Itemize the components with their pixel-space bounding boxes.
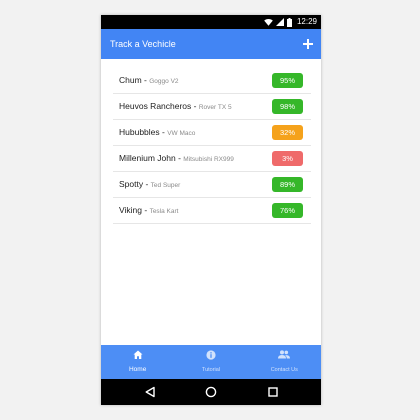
vehicle-row[interactable]: Heuvos Rancheros - Rover TX 5 98% <box>113 94 311 120</box>
vehicle-row[interactable]: Hububbles - VW Maco 32% <box>113 120 311 146</box>
vehicle-row-text: Heuvos Rancheros - Rover TX 5 <box>119 94 232 120</box>
vehicle-list: Chum - Goggo V2 95% Heuvos Rancheros - R… <box>113 68 311 224</box>
driver-name: Millenium John <box>119 153 176 163</box>
vehicle-row-text: Spotty - Ted Super <box>119 172 180 198</box>
nav-contact-us-label: Contact Us <box>270 367 298 373</box>
signal-icon <box>275 18 284 26</box>
nav-contact-us[interactable]: Contact Us <box>248 345 321 379</box>
vehicle-model: Goggo V2 <box>149 78 179 85</box>
wifi-icon <box>264 18 273 26</box>
vehicle-row[interactable]: Viking - Tesla Kart 76% <box>113 198 311 224</box>
status-time: 12:29 <box>296 17 317 26</box>
recents-icon[interactable] <box>267 386 279 398</box>
percent-badge: 32% <box>272 125 303 140</box>
home-circle-icon[interactable] <box>205 386 217 398</box>
status-bar: 12:29 <box>101 15 321 29</box>
phone-screen: 12:29 Track a Vechicle Chum - Goggo V2 9… <box>101 15 321 405</box>
home-icon <box>133 350 143 359</box>
driver-name: Hububbles <box>119 127 160 137</box>
percent-badge: 98% <box>272 99 303 114</box>
plus-icon[interactable] <box>301 37 315 51</box>
separator: - <box>191 101 199 111</box>
vehicle-row-text: Millenium John - Mitsubishi RX999 <box>119 146 234 172</box>
percent-badge: 95% <box>272 73 303 88</box>
vehicle-model: Rover TX 5 <box>198 104 232 111</box>
info-icon <box>206 350 216 360</box>
driver-name: Chum <box>119 75 142 85</box>
status-icons: 12:29 <box>264 17 317 27</box>
app-bar-title: Track a Vechicle <box>110 39 176 49</box>
percent-badge: 89% <box>272 177 303 192</box>
nav-tutorial-label: Tutorial <box>201 367 221 373</box>
vehicle-model: Ted Super <box>150 182 181 189</box>
vehicle-row-text: Hububbles - VW Maco <box>119 120 195 146</box>
percent-badge: 3% <box>272 151 303 166</box>
vehicle-row[interactable]: Millenium John - Mitsubishi RX999 3% <box>113 146 311 172</box>
vehicle-row[interactable]: Chum - Goggo V2 95% <box>113 68 311 94</box>
vehicle-row-text: Chum - Goggo V2 <box>119 68 179 94</box>
nav-tutorial[interactable]: Tutorial <box>174 345 247 379</box>
system-navigation-bar <box>101 379 321 405</box>
percent-badge: 76% <box>272 203 303 218</box>
driver-name: Heuvos Rancheros <box>119 101 192 111</box>
vehicle-row[interactable]: Spotty - Ted Super 89% <box>113 172 311 198</box>
separator: - <box>143 179 151 189</box>
nav-home[interactable]: Home <box>101 345 174 379</box>
back-icon[interactable] <box>144 386 156 398</box>
app-bar: Track a Vechicle <box>101 29 321 59</box>
vehicle-row-text: Viking - Tesla Kart <box>119 198 178 224</box>
people-icon <box>278 350 291 359</box>
vehicle-model: VW Maco <box>167 130 196 137</box>
bottom-navigation: Home Tutorial Contact Us <box>101 345 321 379</box>
driver-name: Viking <box>119 205 142 215</box>
separator: - <box>142 205 150 215</box>
vehicle-model: Tesla Kart <box>149 208 179 215</box>
vehicle-model: Mitsubishi RX999 <box>183 156 234 163</box>
nav-home-label: Home <box>128 366 147 373</box>
driver-name: Spotty <box>119 179 144 189</box>
battery-icon <box>286 17 292 27</box>
